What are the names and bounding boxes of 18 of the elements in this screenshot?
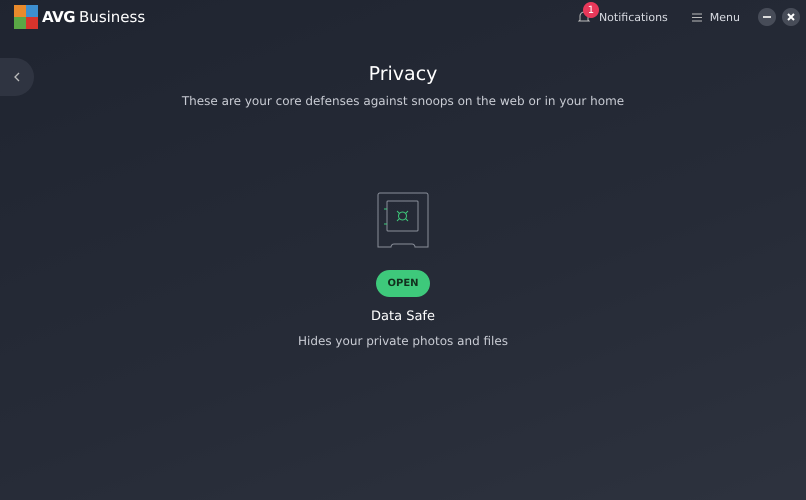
safe-icon — [377, 192, 429, 248]
page-title: Privacy — [368, 63, 438, 85]
logo-icon — [14, 5, 38, 29]
close-button[interactable] — [782, 8, 800, 26]
notifications-button[interactable]: 1 Notifications — [564, 2, 680, 32]
brand-name: AVG — [42, 8, 76, 26]
minus-icon — [763, 16, 771, 18]
feature-description: Hides your private photos and files — [298, 334, 508, 348]
chevron-left-icon — [14, 72, 20, 82]
menu-icon — [692, 12, 702, 22]
page-subtitle: These are your core defenses against snoops on the web or in your home — [182, 94, 624, 108]
open-button[interactable]: OPEN — [376, 270, 430, 297]
minimize-button[interactable] — [758, 8, 776, 26]
brand-suffix: Business — [79, 8, 146, 26]
notification-count: 1 — [582, 2, 599, 18]
menu-button[interactable]: Menu — [680, 2, 752, 32]
close-icon — [787, 13, 795, 21]
feature-name: Data Safe — [371, 309, 435, 324]
